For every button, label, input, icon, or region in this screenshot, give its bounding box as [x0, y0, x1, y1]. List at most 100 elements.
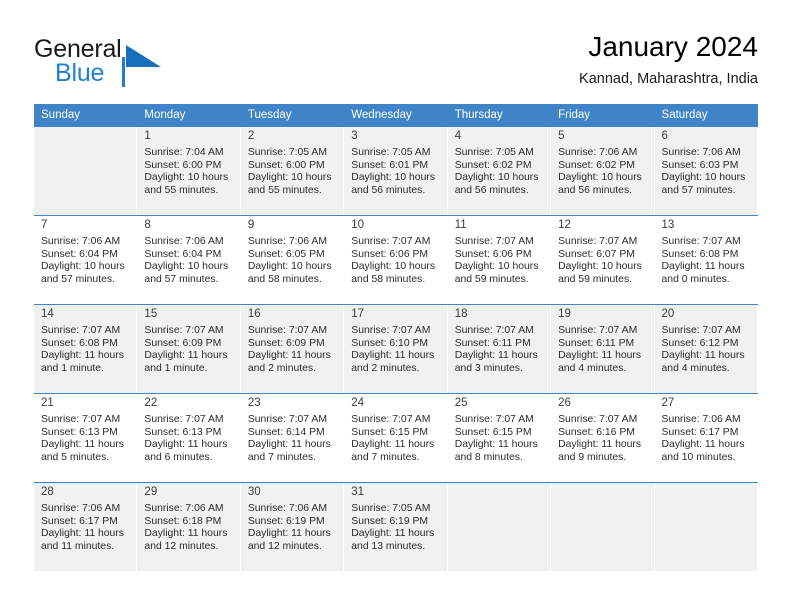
sunrise-text: Sunrise: 7:05 AM — [454, 147, 534, 158]
day-info: Sunrise: 7:06 AM Sunset: 6:17 PM Daylight:… — [662, 412, 752, 464]
calendar-day-cell[interactable]: 26 Sunrise: 7:07 AM Sunset: 6:16 PM Dayligh… — [551, 394, 655, 482]
sunset-text: Sunset: 6:04 PM — [41, 248, 118, 260]
day-info: Sunrise: 7:05 AM Sunset: 6:02 PM Daylight:… — [455, 145, 545, 197]
calendar-day-cell[interactable]: 22 Sunrise: 7:07 AM Sunset: 6:13 PM Dayligh… — [137, 394, 241, 482]
calendar-day-cell[interactable]: 8 Sunrise: 7:06 AM Sunset: 6:04 PM Daylight… — [137, 216, 241, 304]
calendar-week-row: 21 Sunrise: 7:07 AM Sunset: 6:13 PM Dayligh… — [34, 393, 758, 482]
calendar-day-cell[interactable]: 25 Sunrise: 7:07 AM Sunset: 6:15 PM Dayligh… — [447, 394, 552, 482]
general-blue-logo[interactable]: General Blue — [34, 35, 244, 97]
weekday-header-wednesday: Wednesday — [351, 109, 412, 121]
calendar-day-cell[interactable]: 6 Sunrise: 7:06 AM Sunset: 6:03 PM Daylight… — [654, 127, 758, 215]
daylight-text-line2: and 12 minutes. — [247, 540, 322, 552]
sunrise-text: Sunrise: 7:07 AM — [41, 325, 121, 336]
calendar-day-cell[interactable]: 23 Sunrise: 7:07 AM Sunset: 6:14 PM Dayligh… — [240, 394, 345, 482]
calendar-day-cell[interactable]: 29 Sunrise: 7:06 AM Sunset: 6:18 PM Dayligh… — [137, 483, 241, 571]
day-info: Sunrise: 7:07 AM Sunset: 6:15 PM Daylight:… — [455, 412, 545, 464]
daylight-text-line2: and 56 minutes. — [454, 184, 529, 196]
day-info: Sunrise: 7:06 AM Sunset: 6:04 PM Daylight:… — [144, 234, 234, 286]
day-number: 25 — [454, 397, 468, 409]
day-info: Sunrise: 7:07 AM Sunset: 6:09 PM Daylight:… — [248, 323, 338, 375]
calendar-day-cell[interactable]: 7 Sunrise: 7:06 AM Sunset: 6:04 PM Daylight… — [34, 216, 138, 304]
calendar-day-cell[interactable]: 2 Sunrise: 7:05 AM Sunset: 6:00 PM Daylight… — [240, 127, 345, 215]
calendar-day-cell[interactable]: 13 Sunrise: 7:07 AM Sunset: 6:08 PM Dayligh… — [654, 216, 758, 304]
day-number: 17 — [351, 308, 365, 320]
calendar-day-cell[interactable]: 16 Sunrise: 7:07 AM Sunset: 6:09 PM Dayligh… — [240, 305, 345, 393]
sunrise-text: Sunrise: 7:07 AM — [558, 236, 638, 247]
day-number — [455, 485, 545, 486]
sunset-text: Sunset: 6:09 PM — [144, 337, 222, 349]
sunset-text: Sunset: 6:08 PM — [661, 248, 739, 260]
calendar-day-cell[interactable]: 9 Sunrise: 7:06 AM Sunset: 6:05 PM Daylight… — [240, 216, 345, 304]
day-info: Sunrise: 7:06 AM Sunset: 6:05 PM Daylight:… — [248, 234, 338, 286]
day-number: 27 — [661, 397, 675, 409]
calendar-day-cell[interactable]: 28 Sunrise: 7:06 AM Sunset: 6:17 PM Dayligh… — [34, 483, 138, 571]
day-info: Sunrise: 7:07 AM Sunset: 6:08 PM Daylight:… — [41, 323, 131, 375]
calendar-day-cell[interactable]: 11 Sunrise: 7:07 AM Sunset: 6:06 PM Dayligh… — [447, 216, 552, 304]
calendar-day-cell[interactable]: 15 Sunrise: 7:07 AM Sunset: 6:09 PM Dayligh… — [137, 305, 241, 393]
calendar-page: General Blue January 2024 Kannad, Mahara… — [0, 0, 792, 612]
day-info: Sunrise: 7:06 AM Sunset: 6:04 PM Daylight:… — [41, 234, 131, 286]
sunrise-text: Sunrise: 7:04 AM — [144, 147, 224, 158]
day-info: Sunrise: 7:07 AM Sunset: 6:07 PM Daylight:… — [558, 234, 648, 286]
daylight-text-line1: Daylight: 11 hours — [144, 439, 228, 451]
daylight-text-line2: and 56 minutes. — [351, 184, 426, 196]
calendar-day-cell[interactable]: 24 Sunrise: 7:07 AM Sunset: 6:15 PM Dayligh… — [344, 394, 448, 482]
day-info: Sunrise: 7:07 AM Sunset: 6:12 PM Daylight:… — [662, 323, 752, 375]
daylight-text-line1: Daylight: 11 hours — [144, 350, 228, 362]
daylight-text-line1: Daylight: 10 hours — [247, 261, 332, 273]
sunrise-text: Sunrise: 7:05 AM — [351, 503, 431, 514]
sunrise-text: Sunrise: 7:06 AM — [144, 236, 224, 247]
daylight-text-line1: Daylight: 10 hours — [351, 172, 436, 184]
sunset-text: Sunset: 6:19 PM — [351, 515, 429, 527]
day-info: Sunrise: 7:06 AM Sunset: 6:03 PM Daylight:… — [662, 145, 752, 197]
daylight-text-line2: and 59 minutes. — [454, 273, 529, 285]
sunset-text: Sunset: 6:00 PM — [144, 159, 222, 171]
sunrise-text: Sunrise: 7:07 AM — [351, 325, 431, 336]
daylight-text-line2: and 9 minutes. — [558, 451, 627, 463]
page-subtitle-location: Kannad, Maharashtra, India — [579, 71, 758, 87]
daylight-text-line2: and 57 minutes. — [661, 184, 736, 196]
title-block: January 2024 Kannad, Maharashtra, India — [579, 30, 758, 88]
calendar-grid: Sunday Monday Tuesday Wednesday Thursday… — [34, 104, 758, 571]
calendar-week-row: 1 Sunrise: 7:04 AM Sunset: 6:00 PM Daylight… — [34, 127, 758, 215]
calendar-day-cell[interactable]: 1 Sunrise: 7:04 AM Sunset: 6:00 PM Daylight… — [137, 127, 241, 215]
daylight-text-line2: and 7 minutes. — [247, 451, 317, 463]
sunrise-text: Sunrise: 7:05 AM — [247, 147, 327, 158]
calendar-day-cell[interactable]: 31 Sunrise: 7:05 AM Sunset: 6:19 PM Dayligh… — [344, 483, 448, 571]
day-info: Sunrise: 7:07 AM Sunset: 6:14 PM Daylight:… — [248, 412, 338, 464]
calendar-day-cell[interactable]: 10 Sunrise: 7:07 AM Sunset: 6:06 PM Dayligh… — [344, 216, 448, 304]
sunrise-text: Sunrise: 7:07 AM — [454, 236, 534, 247]
calendar-day-cell[interactable]: 19 Sunrise: 7:07 AM Sunset: 6:11 PM Dayligh… — [551, 305, 655, 393]
daylight-text-line1: Daylight: 11 hours — [454, 439, 538, 451]
daylight-text-line1: Daylight: 11 hours — [351, 528, 435, 540]
sunrise-text: Sunrise: 7:07 AM — [247, 414, 327, 425]
calendar-day-cell-empty — [551, 483, 655, 571]
calendar-day-cell-empty — [34, 127, 138, 215]
calendar-day-cell[interactable]: 4 Sunrise: 7:05 AM Sunset: 6:02 PM Daylight… — [447, 127, 552, 215]
daylight-text-line2: and 12 minutes. — [144, 540, 219, 552]
sunrise-text: Sunrise: 7:07 AM — [558, 325, 638, 336]
calendar-day-cell[interactable]: 18 Sunrise: 7:07 AM Sunset: 6:11 PM Dayligh… — [447, 305, 552, 393]
calendar-day-cell[interactable]: 30 Sunrise: 7:06 AM Sunset: 6:19 PM Dayligh… — [240, 483, 345, 571]
calendar-day-cell[interactable]: 5 Sunrise: 7:06 AM Sunset: 6:02 PM Daylight… — [551, 127, 655, 215]
day-info: Sunrise: 7:06 AM Sunset: 6:17 PM Daylight:… — [41, 501, 131, 553]
calendar-day-cell[interactable]: 3 Sunrise: 7:05 AM Sunset: 6:01 PM Daylight… — [344, 127, 448, 215]
daylight-text-line2: and 59 minutes. — [558, 273, 633, 285]
sunset-text: Sunset: 6:03 PM — [661, 159, 739, 171]
sunset-text: Sunset: 6:15 PM — [351, 426, 429, 438]
day-number: 13 — [661, 219, 675, 231]
calendar-day-cell[interactable]: 21 Sunrise: 7:07 AM Sunset: 6:13 PM Dayligh… — [34, 394, 138, 482]
day-number: 19 — [558, 308, 571, 320]
daylight-text-line2: and 4 minutes. — [558, 362, 627, 374]
day-number: 18 — [454, 308, 468, 320]
sunset-text: Sunset: 6:06 PM — [351, 248, 429, 260]
calendar-day-cell[interactable]: 27 Sunrise: 7:06 AM Sunset: 6:17 PM Dayligh… — [654, 394, 758, 482]
calendar-day-cell[interactable]: 20 Sunrise: 7:07 AM Sunset: 6:12 PM Dayligh… — [654, 305, 758, 393]
sunset-text: Sunset: 6:07 PM — [558, 248, 635, 260]
day-number — [558, 485, 648, 486]
calendar-day-cell[interactable]: 14 Sunrise: 7:07 AM Sunset: 6:08 PM Dayligh… — [34, 305, 138, 393]
day-number: 10 — [351, 219, 365, 231]
calendar-day-cell[interactable]: 12 Sunrise: 7:07 AM Sunset: 6:07 PM Dayligh… — [551, 216, 655, 304]
daylight-text-line1: Daylight: 11 hours — [351, 439, 435, 451]
calendar-day-cell[interactable]: 17 Sunrise: 7:07 AM Sunset: 6:10 PM Dayligh… — [344, 305, 448, 393]
